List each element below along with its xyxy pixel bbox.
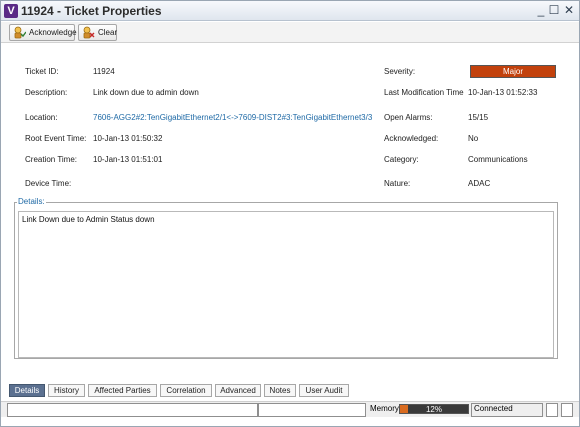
clear-icon [83, 26, 95, 39]
details-text: Link Down due to Admin Status down [22, 215, 155, 224]
category-value: Communications [468, 155, 528, 164]
ticket-id-value: 11924 [93, 67, 115, 76]
acknowledged-label: Acknowledged: [384, 134, 439, 143]
root-event-time-value: 10-Jan-13 01:50:32 [93, 134, 163, 143]
description-label: Description: [25, 88, 68, 97]
acknowledged-value: No [468, 134, 479, 143]
app-icon: V [4, 4, 18, 18]
memory-bar: 12% [399, 404, 469, 414]
tab-affected-parties[interactable]: Affected Parties [88, 384, 157, 397]
last-modification-label: Last Modification Time [384, 88, 464, 97]
root-event-time-label: Root Event Time: [25, 134, 87, 143]
device-time-label: Device Time: [25, 179, 72, 188]
acknowledge-button[interactable]: Acknowledge [9, 24, 77, 41]
location-label: Location: [25, 113, 58, 122]
details-legend: Details: [17, 197, 46, 206]
tab-bar: Details History Affected Parties Correla… [1, 382, 579, 400]
severity-badge: Major [470, 65, 556, 78]
maximize-icon[interactable]: ☐ [547, 3, 561, 17]
severity-label: Severity: [384, 67, 416, 76]
nature-value: ADAC [468, 179, 491, 188]
open-alarms-value: 15/15 [468, 113, 489, 122]
category-label: Category: [384, 155, 419, 164]
tab-details[interactable]: Details [9, 384, 45, 397]
memory-value: 12% [425, 405, 442, 414]
acknowledge-icon [14, 26, 26, 39]
ticket-id-label: Ticket ID: [25, 67, 59, 76]
window-title: 11924 - Ticket Properties [21, 4, 162, 18]
acknowledge-label: Acknowledge [29, 28, 77, 37]
toolbar: Acknowledge Clear [1, 22, 579, 43]
status-cell-3 [546, 403, 558, 417]
tab-notes[interactable]: Notes [264, 384, 296, 397]
status-cell-2 [258, 403, 366, 417]
creation-time-value: 10-Jan-13 01:51:01 [93, 155, 163, 164]
status-bar: Memory: 12% Connected [1, 401, 579, 417]
tab-history[interactable]: History [48, 384, 85, 397]
memory-label: Memory: [370, 404, 402, 413]
ticket-properties-window: V 11924 - Ticket Properties _ ☐ ✕ Acknow… [0, 0, 580, 427]
minimize-icon[interactable]: _ [534, 3, 548, 17]
location-link[interactable]: 7606-AGG2#2:TenGigabitEthernet2/1<->7609… [93, 113, 372, 122]
tab-correlation[interactable]: Correlation [160, 384, 212, 397]
clear-button[interactable]: Clear [78, 24, 117, 41]
status-cell-1 [7, 403, 258, 417]
nature-label: Nature: [384, 179, 411, 188]
open-alarms-label: Open Alarms: [384, 113, 433, 122]
status-cell-4 [561, 403, 573, 417]
description-value: Link down due to admin down [93, 88, 199, 97]
title-bar[interactable]: V 11924 - Ticket Properties _ ☐ ✕ [1, 1, 579, 21]
details-textarea[interactable]: Link Down due to Admin Status down [18, 211, 554, 358]
tab-user-audit[interactable]: User Audit [299, 384, 349, 397]
connection-status: Connected [474, 404, 513, 413]
last-modification-value: 10-Jan-13 01:52:33 [468, 88, 538, 97]
close-icon[interactable]: ✕ [562, 3, 576, 17]
clear-label: Clear [98, 28, 118, 37]
tab-advanced[interactable]: Advanced [215, 384, 261, 397]
creation-time-label: Creation Time: [25, 155, 78, 164]
